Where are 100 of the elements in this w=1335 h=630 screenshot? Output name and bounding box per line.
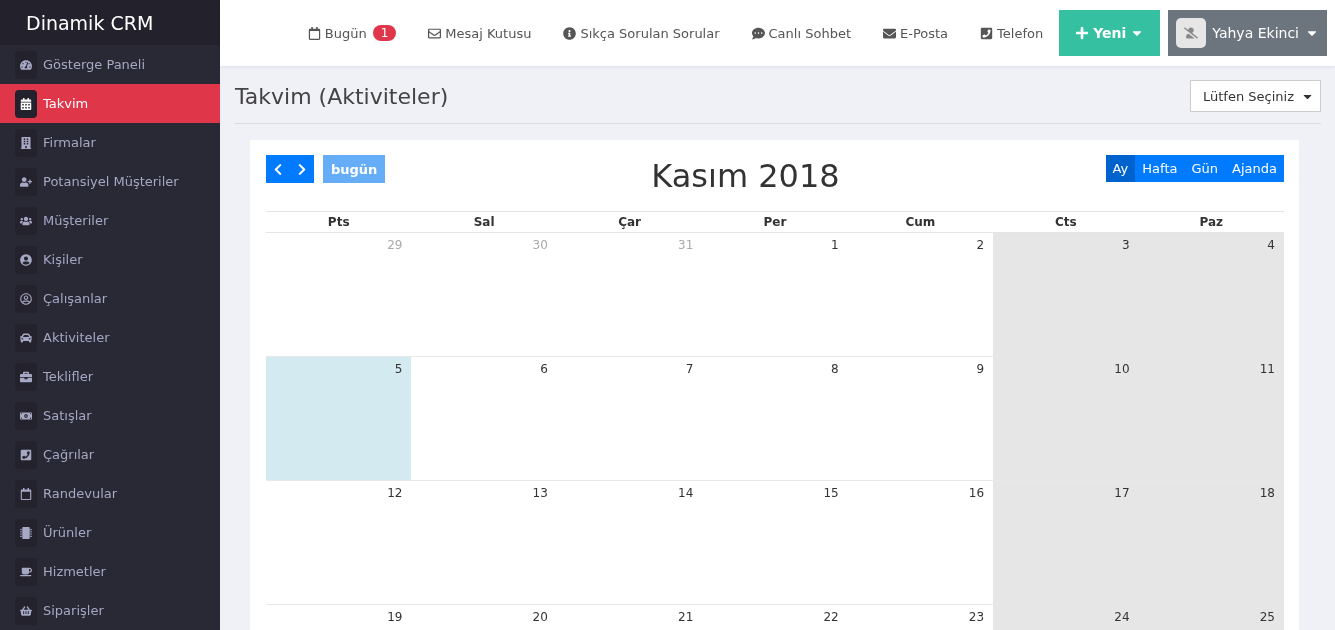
basket-icon <box>15 596 37 625</box>
day-number: 2 <box>976 238 985 252</box>
sidebar-item[interactable]: Potansiyel Müşteriler <box>0 162 220 201</box>
day-number: 16 <box>968 486 985 500</box>
day-cell[interactable]: 18 <box>1138 481 1284 605</box>
phone-icon <box>980 26 994 40</box>
sidebar-item[interactable]: Teklifler <box>0 357 220 396</box>
user-icon <box>15 245 37 274</box>
avatar-icon <box>1176 18 1207 48</box>
day-number: 15 <box>823 486 839 500</box>
day-number: 22 <box>823 610 839 624</box>
day-number: 29 <box>387 238 403 252</box>
day-number: 1 <box>831 238 839 252</box>
sidebar-item[interactable]: Gösterge Paneli <box>0 45 220 84</box>
nav-link[interactable]: Mesaj Kutusu <box>412 25 548 41</box>
chat-icon <box>751 26 765 40</box>
day-number: 9 <box>976 362 985 376</box>
day-number: 21 <box>678 610 694 624</box>
day-number: 30 <box>532 238 548 252</box>
day-number: 19 <box>387 610 403 624</box>
user-icon <box>15 284 37 313</box>
user-menu-button[interactable]: Yahya Ekinci <box>1168 10 1327 56</box>
day-number: 5 <box>394 362 403 376</box>
page-title: Takvim (Aktiviteler) <box>235 83 449 109</box>
sidebar-item[interactable]: Takvim <box>0 84 220 123</box>
sidebar-item[interactable]: Ürünler <box>0 513 220 552</box>
next-button[interactable] <box>290 155 314 183</box>
nav-link-label: Canlı Sohbet <box>768 25 851 41</box>
phone-icon <box>15 440 37 469</box>
day-number: 3 <box>1121 238 1130 252</box>
day-number: 17 <box>1114 486 1130 500</box>
filter-select[interactable]: Lütfen Seçiniz <box>1190 80 1321 112</box>
nav-link[interactable]: Sıkça Sorulan Sorular <box>547 25 736 41</box>
previous-button[interactable] <box>266 155 290 183</box>
day-cell[interactable]: 4 <box>1138 233 1284 357</box>
day-cell[interactable]: 3 <box>993 233 1139 357</box>
view-tab[interactable]: Gün <box>1184 155 1226 182</box>
building-icon <box>15 128 37 157</box>
day-number: 20 <box>532 610 548 624</box>
select-value: Lütfen Seçiniz <box>1203 88 1294 104</box>
dashboard-icon <box>15 50 37 79</box>
chevron-left-icon <box>272 162 284 176</box>
day-number: 31 <box>678 238 694 252</box>
money-icon <box>15 401 37 430</box>
sidebar-item[interactable]: Kişiler <box>0 240 220 279</box>
day-cell[interactable]: 11 <box>1138 357 1284 481</box>
day-number: 10 <box>1114 362 1130 376</box>
day-number: 23 <box>968 610 985 624</box>
nav-link-label: Telefon <box>997 25 1044 41</box>
day-number: 13 <box>532 486 548 500</box>
day-cell[interactable]: 24 <box>993 605 1139 630</box>
sidebar-item[interactable]: Satışlar <box>0 396 220 435</box>
day-number: 12 <box>387 486 403 500</box>
day-number: 24 <box>1114 610 1130 624</box>
nav-link-label: Mesaj Kutusu <box>445 25 532 41</box>
sidebar-item[interactable]: Aktiviteler <box>0 318 220 357</box>
envelope-icon <box>428 26 442 40</box>
chevron-right-icon <box>296 162 308 176</box>
cup-icon <box>15 557 37 586</box>
calendar-icon <box>15 89 37 118</box>
day-cell[interactable]: 5 <box>266 357 412 481</box>
day-number: 6 <box>540 362 548 376</box>
calendar-icon <box>307 26 321 40</box>
sidebar-item[interactable]: Firmalar <box>0 123 220 162</box>
nav-link[interactable]: Telefon <box>964 25 1060 41</box>
view-tab[interactable]: Hafta <box>1135 155 1185 182</box>
briefcase-icon <box>15 362 37 391</box>
calendar-title: Kasım 2018 <box>651 157 840 195</box>
day-cell[interactable]: 25 <box>1138 605 1284 630</box>
nav-link[interactable]: E-Posta <box>867 25 965 41</box>
day-number: 7 <box>685 362 694 376</box>
day-number: 4 <box>1267 238 1275 252</box>
day-cell[interactable]: 10 <box>993 357 1139 481</box>
info-icon <box>563 26 577 40</box>
user-plus-icon <box>15 167 37 196</box>
day-number: 8 <box>831 362 839 376</box>
nav-link[interactable]: Bugün 1 <box>291 25 413 41</box>
nav-link-label: Bugün <box>324 25 367 41</box>
user-name: Yahya Ekinci <box>1212 25 1299 41</box>
count-badge: 1 <box>372 25 397 41</box>
envelope-icon <box>883 26 896 40</box>
calendar-icon <box>15 479 37 508</box>
view-tab[interactable]: Ajanda <box>1225 155 1284 182</box>
day-number: 11 <box>1259 362 1275 376</box>
sidebar-item[interactable]: Müşteriler <box>0 201 220 240</box>
car-icon <box>15 323 37 352</box>
nav-link-label: E-Posta <box>900 25 949 41</box>
sidebar-item[interactable]: Hizmetler <box>0 552 220 591</box>
day-cell[interactable]: 17 <box>993 481 1139 605</box>
chip-icon <box>15 518 37 547</box>
nav-link-label: Sıkça Sorulan Sorular <box>580 25 720 41</box>
plus-icon <box>1075 26 1090 40</box>
sidebar-item[interactable]: Çağrılar <box>0 435 220 474</box>
nav-link[interactable]: Canlı Sohbet <box>735 25 867 41</box>
view-tab[interactable]: Ay <box>1105 155 1136 182</box>
sidebar-item[interactable]: Çalışanlar <box>0 279 220 318</box>
sidebar-item[interactable]: Siparişler <box>0 591 220 630</box>
sidebar-item[interactable]: Randevular <box>0 474 220 513</box>
day-number: 18 <box>1259 486 1275 500</box>
day-number: 25 <box>1259 610 1275 624</box>
